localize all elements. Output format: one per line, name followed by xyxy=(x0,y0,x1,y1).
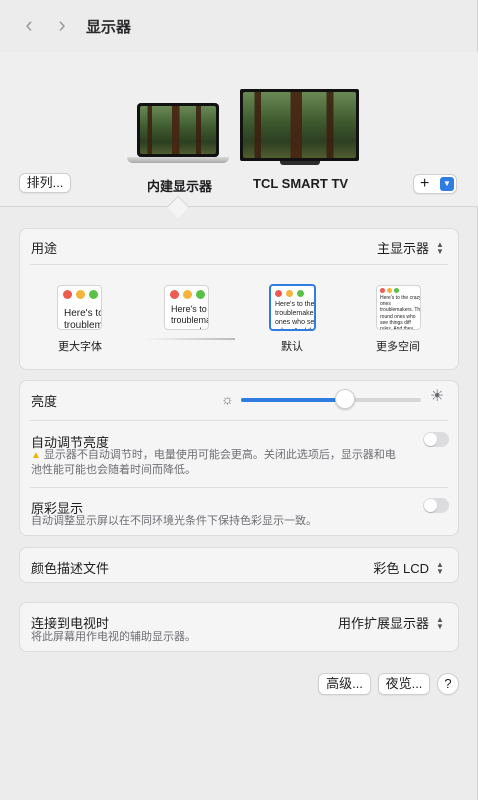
resolution-label-default[interactable]: 默认 xyxy=(252,338,332,354)
divider xyxy=(30,420,448,421)
display-name-tv[interactable]: TCL SMART TV xyxy=(253,176,348,191)
laptop-base xyxy=(127,157,229,163)
display-arrangement xyxy=(0,52,478,207)
color-profile-label: 颜色描述文件 xyxy=(31,561,110,576)
wallpaper-image xyxy=(243,92,356,158)
auto-brightness-toggle[interactable] xyxy=(423,432,449,447)
preview-text: Here's to troublemak xyxy=(64,308,101,330)
tv-mode-value: 用作扩展显示器 xyxy=(337,616,429,631)
color-profile-value: 彩色 LCD xyxy=(373,561,429,576)
resolution-label-larger-text[interactable]: 更大字体 xyxy=(40,338,120,354)
brightness-slider[interactable] xyxy=(241,398,421,402)
page-title: 显示器 xyxy=(86,19,132,36)
chevron-right-icon[interactable]: › xyxy=(51,14,73,36)
chevron-left-icon[interactable]: ‹ xyxy=(18,14,40,36)
resolution-thumb-larger-text[interactable]: Here's to troublemak xyxy=(57,285,102,330)
brightness-slider-fill xyxy=(241,398,345,402)
auto-brightness-note-text: 显示器不自动调节时，电量使用可能会更高。关闭此选项后，显示器和电池性能可能也会随… xyxy=(31,449,396,476)
brightness-slider-knob[interactable] xyxy=(335,389,355,409)
usage-value: 主显示器 xyxy=(376,241,429,256)
resolution-thumb-default[interactable]: Here's to the c troublemakers. ones who … xyxy=(269,284,316,331)
resolution-thumb-more-space[interactable]: Here's to the crazy ones troublemakers. … xyxy=(376,285,421,330)
preview-text: Here's to the crazy ones troublemakers. … xyxy=(380,295,421,330)
resolution-label-medium xyxy=(145,338,235,340)
display-name-builtin[interactable]: 内建显示器 xyxy=(147,176,212,195)
builtin-display-thumbnail[interactable] xyxy=(137,103,219,157)
advanced-button[interactable]: 高级... xyxy=(318,673,371,695)
sun-dim-icon: ☼ xyxy=(221,391,234,407)
help-button[interactable]: ? xyxy=(437,673,459,695)
wallpaper-image xyxy=(140,106,216,154)
tv-note: 将此屏幕用作电视的辅助显示器。 xyxy=(31,631,196,643)
night-shift-button[interactable]: 夜览... xyxy=(378,673,430,695)
plus-icon: + xyxy=(420,175,430,192)
toggle-knob xyxy=(424,433,437,446)
divider xyxy=(30,264,448,265)
preview-text: Here's to the c troublemakers. ones who … xyxy=(275,301,316,329)
true-tone-toggle[interactable] xyxy=(423,498,449,513)
preview-text: Here's to t troublemak ones who s xyxy=(171,304,208,329)
tv-stand xyxy=(280,161,320,165)
resolution-label-more-space[interactable]: 更多空间 xyxy=(358,338,438,354)
brightness-label: 亮度 xyxy=(31,394,58,409)
toolbar: ‹ › 显示器 xyxy=(0,0,478,52)
stepper-icon: ▲ ▼ xyxy=(436,239,444,256)
tv-card: 连接到电视时 将此屏幕用作电视的辅助显示器。 用作扩展显示器 ▲ ▼ xyxy=(19,602,459,652)
arrange-button[interactable]: 排列... xyxy=(19,173,71,193)
warning-icon: ▲ xyxy=(31,450,41,461)
color-profile-card: 颜色描述文件 彩色 LCD ▲ ▼ xyxy=(19,547,459,583)
divider xyxy=(30,487,448,488)
brightness-card: 亮度 自动调节亮度 ▲ 显示器不自动调节时，电量使用可能会更高。关闭此选项后，显示… xyxy=(19,380,459,536)
stepper-icon: ▲ ▼ xyxy=(436,559,444,576)
sun-bright-icon: ☀ xyxy=(430,388,445,405)
displays-window: ‹ › 显示器 排列... 内建显示器 TCL SMART TV + ▼ 用途 … xyxy=(0,0,478,800)
resolution-thumb-medium[interactable]: Here's to t troublemak ones who s xyxy=(164,285,209,330)
usage-label: 用途 xyxy=(31,241,58,256)
tv-mode-popup[interactable]: 用作扩展显示器 ▲ ▼ xyxy=(338,613,446,632)
chevron-down-icon[interactable]: ▼ xyxy=(440,177,454,191)
auto-brightness-note: ▲ 显示器不自动调节时，电量使用可能会更高。关闭此选项后，显示器和电池性能可能也会… xyxy=(31,448,406,478)
add-display-button[interactable]: + ▼ xyxy=(413,174,457,194)
stepper-icon: ▲ ▼ xyxy=(436,614,444,631)
usage-popup[interactable]: 主显示器 ▲ ▼ xyxy=(377,238,446,257)
color-profile-popup[interactable]: 彩色 LCD ▲ ▼ xyxy=(373,558,446,577)
toggle-knob xyxy=(424,499,437,512)
tv-display-thumbnail[interactable] xyxy=(240,89,359,161)
true-tone-note: 自动调整显示屏以在不同环境光条件下保持色彩显示一致。 xyxy=(31,515,317,527)
